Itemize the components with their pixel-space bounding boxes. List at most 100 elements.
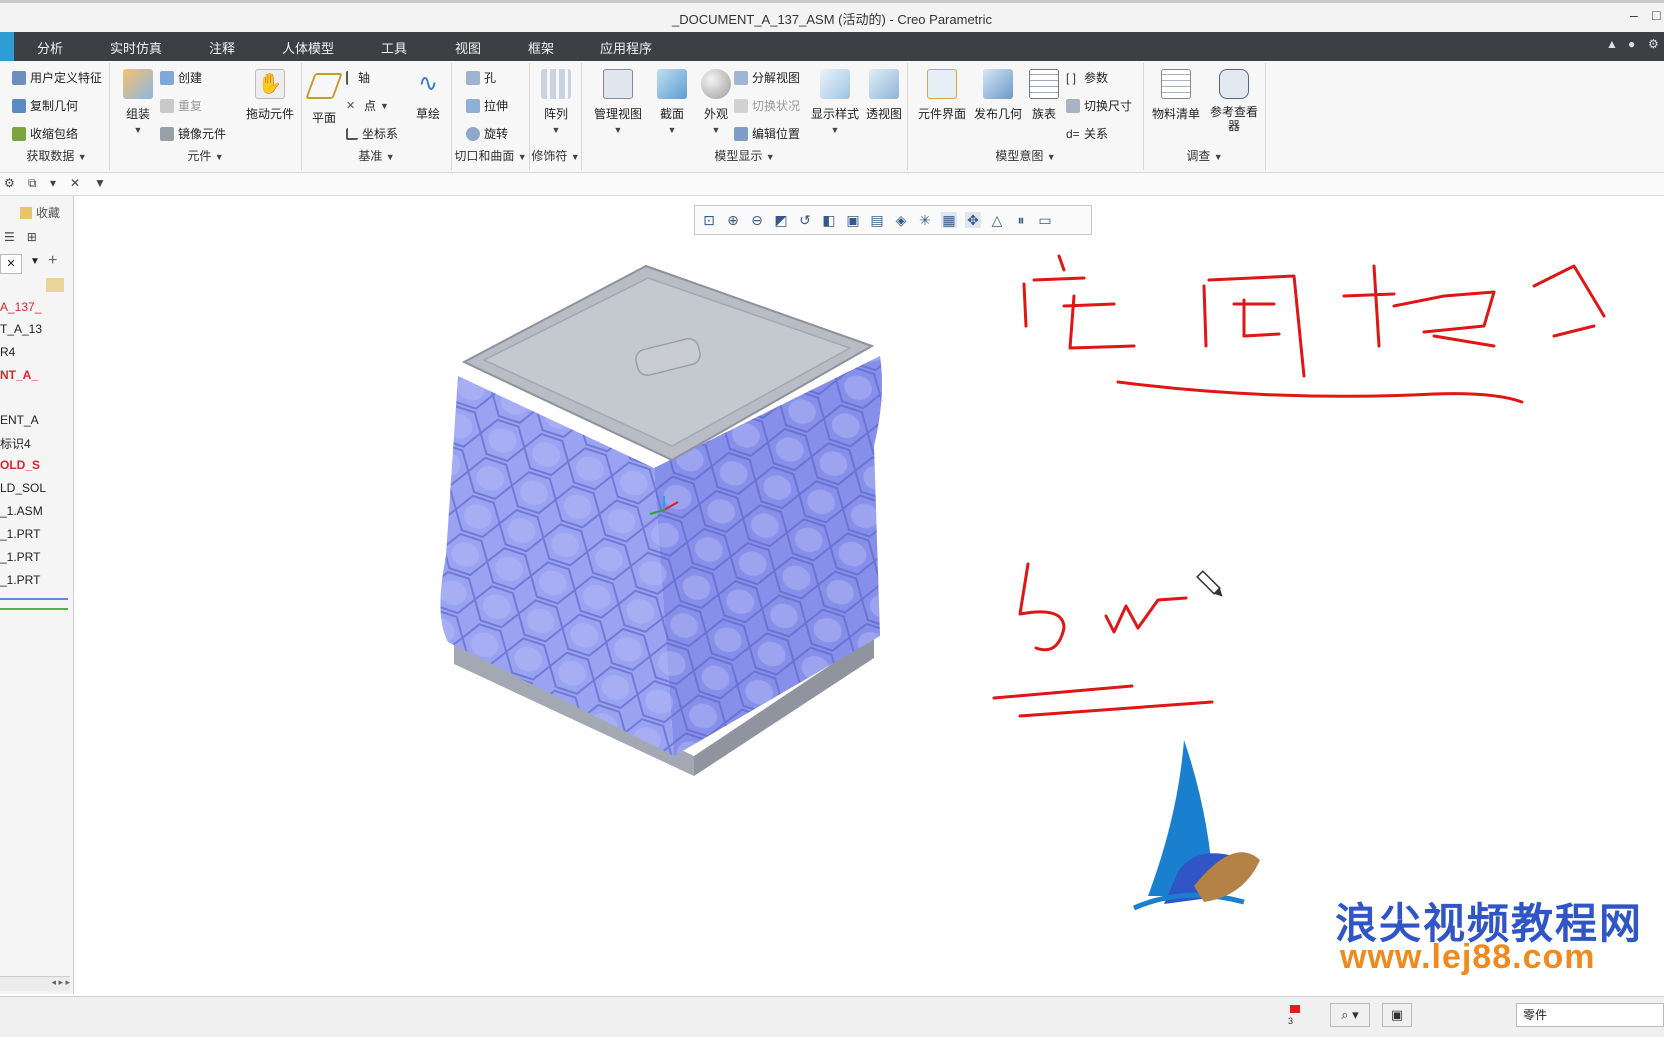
manage-views-button[interactable]: 管理视图 ▼ <box>594 69 642 136</box>
group-label-model-intent[interactable]: 模型意图 ▼ <box>908 147 1143 164</box>
coordinate-system-button[interactable]: 坐标系 <box>346 125 398 142</box>
group-label-cut-surface[interactable]: 切口和曲面 ▼ <box>452 147 529 164</box>
settings-icon[interactable]: ⚙ <box>1648 37 1659 51</box>
pattern-button[interactable]: 阵列 ▼ <box>538 69 574 136</box>
edit-position-button[interactable]: 编辑位置 <box>734 125 800 142</box>
reference-viewer-button[interactable]: 参考查看器 <box>1206 69 1262 133</box>
tree-node[interactable]: A_137_ <box>0 300 41 314</box>
sketch-button[interactable]: ∿ 草绘 <box>410 69 446 122</box>
group-label-get-data[interactable]: 获取数据 ▼ <box>4 147 109 164</box>
bom-button[interactable]: 物料清单 <box>1150 69 1202 122</box>
tab-framework[interactable]: 框架 <box>528 38 554 57</box>
animation-icon[interactable]: △ <box>989 212 1005 228</box>
family-table-button[interactable]: 族表 <box>1026 69 1062 122</box>
publish-geometry-button[interactable]: 发布几何 <box>972 69 1024 122</box>
tree-node[interactable]: _1.PRT <box>0 573 40 587</box>
help-icon[interactable]: ● <box>1628 37 1635 51</box>
revolve-button[interactable]: 旋转 <box>466 125 508 142</box>
tree-node[interactable]: _1.PRT <box>0 527 40 541</box>
graphics-window[interactable] <box>74 196 1664 994</box>
stop-icon[interactable]: ▭ <box>1037 212 1053 228</box>
component-interface-button[interactable]: 元件界面 <box>916 69 968 122</box>
refit-icon[interactable]: ⊡ <box>701 212 717 228</box>
tree-node[interactable]: 标识4 <box>0 435 31 452</box>
display-style-button[interactable]: 显示样式 ▼ <box>810 69 860 136</box>
point-button[interactable]: ✕ 点 ▼ <box>346 97 389 114</box>
group-label-investigate[interactable]: 调查 ▼ <box>1144 147 1265 164</box>
tree-settings-icon[interactable]: ⚙ <box>4 176 15 190</box>
annotation-display-icon[interactable]: ▦ <box>941 212 957 228</box>
selection-filter-dropdown[interactable]: 零件 <box>1516 1003 1664 1027</box>
repeat-button[interactable]: 重复 <box>160 97 202 114</box>
tree-node[interactable]: _1.ASM <box>0 504 43 518</box>
search-clear-button[interactable]: ✕ <box>0 254 22 274</box>
extrude-button[interactable]: 拉伸 <box>466 97 508 114</box>
tab-applications[interactable]: 应用程序 <box>600 38 652 57</box>
saved-views-icon[interactable]: ▣ <box>845 212 861 228</box>
view-manager-icon[interactable]: ▤ <box>869 212 885 228</box>
switch-dimensions-button[interactable]: 切换尺寸 <box>1066 97 1132 114</box>
group-label-component[interactable]: 元件 ▼ <box>110 147 301 164</box>
perspective-button[interactable]: 透视图 <box>864 69 904 122</box>
toggle-status-button[interactable]: 切换状况 <box>734 97 800 114</box>
tab-tools[interactable]: 工具 <box>381 38 407 57</box>
tree-node[interactable]: OLD_S <box>0 458 40 472</box>
copy-geometry-button[interactable]: 复制几何 <box>12 97 78 114</box>
reorient-icon[interactable]: ↺ <box>797 212 813 228</box>
appearance-button[interactable]: 外观 ▼ <box>698 69 734 136</box>
tree-node[interactable]: LD_SOL <box>0 481 46 495</box>
minimize-button[interactable]: – <box>1630 7 1638 23</box>
selection-box-button[interactable]: ▣ <box>1382 1003 1412 1027</box>
tree-dropdown-icon[interactable]: ▾ <box>50 176 56 190</box>
message-flag-icon[interactable]: 3 <box>1288 1005 1308 1027</box>
perspective-view-icon[interactable]: ◈ <box>893 212 909 228</box>
exploded-view-button[interactable]: 分解视图 <box>734 69 800 86</box>
section-button[interactable]: 截面 ▼ <box>654 69 690 136</box>
create-component-button[interactable]: 创建 <box>160 69 202 86</box>
parameters-button[interactable]: [ ] 参数 <box>1066 69 1108 86</box>
overflow-icon[interactable]: ▼ <box>94 176 106 190</box>
tree-node[interactable]: NT_A_ <box>0 368 38 382</box>
search-dropdown-icon[interactable]: ▼ <box>30 256 40 267</box>
repaint-icon[interactable]: ◩ <box>773 212 789 228</box>
spin-center-icon[interactable]: ✥ <box>965 212 981 228</box>
relations-button[interactable]: d= 关系 <box>1066 125 1108 142</box>
shrinkwrap-button[interactable]: 收缩包络 <box>12 125 78 142</box>
show-icon[interactable]: ☰ <box>4 230 15 250</box>
tab-analysis[interactable]: 分析 <box>37 38 63 57</box>
tab-realtime-simulation[interactable]: 实时仿真 <box>110 38 162 57</box>
axis-button[interactable]: 轴 <box>346 69 370 86</box>
drag-components-button[interactable]: ✋ 拖动元件 <box>242 69 298 122</box>
group-label-datum[interactable]: 基准 ▼ <box>302 147 451 164</box>
zoom-out-icon[interactable]: ⊖ <box>749 212 765 228</box>
tree-node[interactable]: ENT_A <box>0 413 39 427</box>
tab-view[interactable]: 视图 <box>455 38 481 57</box>
find-binoculars-button[interactable]: ⌕ ▾ <box>1330 1003 1370 1027</box>
udf-button[interactable]: 用户定义特征 <box>12 69 102 86</box>
group-label-modifier[interactable]: 修饰符 ▼ <box>530 147 581 164</box>
hole-button[interactable]: 孔 <box>466 69 496 86</box>
tree-tab-favorites[interactable]: 收藏 <box>20 204 60 221</box>
datum-display-icon[interactable]: ✳ <box>917 212 933 228</box>
maximize-button[interactable]: □ <box>1652 7 1660 23</box>
tree-node[interactable]: R4 <box>0 345 15 359</box>
mirror-component-button[interactable]: 镜像元件 <box>160 125 226 142</box>
insert-indicator[interactable] <box>0 598 68 600</box>
assemble-button[interactable]: 组装 ▼ <box>118 69 158 136</box>
horizontal-scrollbar[interactable]: ◂ ▸ ▸ <box>0 976 70 991</box>
tree-filter-icon[interactable]: ⧉ <box>28 176 37 191</box>
display-style-icon[interactable]: ◧ <box>821 212 837 228</box>
pause-icon[interactable]: ⏸ <box>1013 212 1029 228</box>
file-tab-accent[interactable] <box>0 32 14 61</box>
columns-icon[interactable]: ⊞ <box>27 230 37 250</box>
collapse-ribbon-icon[interactable]: ▲ <box>1606 37 1618 51</box>
add-icon[interactable]: + <box>48 252 57 270</box>
zoom-in-icon[interactable]: ⊕ <box>725 212 741 228</box>
tree-node[interactable]: _1.PRT <box>0 550 40 564</box>
tab-manikin[interactable]: 人体模型 <box>282 38 334 57</box>
tab-annotate[interactable]: 注释 <box>209 38 235 57</box>
tree-close-icon[interactable]: ✕ <box>70 176 80 190</box>
plane-button[interactable]: 平面 <box>305 69 343 126</box>
group-label-model-display[interactable]: 模型显示 ▼ <box>582 147 907 164</box>
tree-node[interactable]: T_A_13 <box>0 322 42 336</box>
